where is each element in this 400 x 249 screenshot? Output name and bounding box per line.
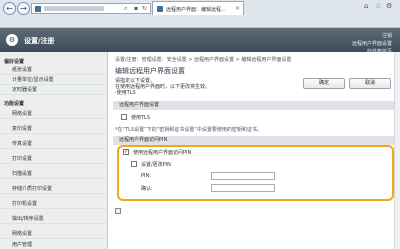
home-icon[interactable]: ⌂ <box>364 2 368 10</box>
site-icon <box>35 6 41 12</box>
section-remote-ui-settings: 远程用户界面设置 <box>113 101 398 110</box>
page-title: 编辑远程用户界面设置 <box>115 67 185 75</box>
sidebar-item-timer[interactable]: 定时器设置 <box>0 85 107 95</box>
note-line: ·使用TLS <box>115 90 136 96</box>
sidebar-item-paper[interactable]: 纸张设置 <box>0 65 107 75</box>
back-button[interactable]: ← <box>3 2 16 15</box>
app-title: 设置/注册 <box>24 37 55 45</box>
sidebar-item-network[interactable]: 网络设置 <box>0 229 107 239</box>
set-pin-label: 设置/更改PIN <box>141 162 171 168</box>
settings-icon[interactable]: ⚙ <box>386 2 392 10</box>
sidebar-item-output[interactable]: 输出/排序设置 <box>0 214 107 224</box>
address-text <box>44 6 104 11</box>
set-pin-checkbox[interactable] <box>131 161 137 167</box>
address-bar[interactable]: ⌕ ▪ ↻ <box>31 3 151 14</box>
main-content: 设置/注册：管理设置：安全设置 > 远程用户界面设置 > 编辑远程用户界面设置 … <box>109 52 400 249</box>
sidebar-heading-functions: 功能设置 <box>4 101 25 107</box>
forward-button[interactable]: → <box>17 2 30 15</box>
sidebar: 偏好设置 纸张设置 计量单位/显示设置 定时器设置 功能设置 网络设置 复印设置… <box>0 52 108 249</box>
confirm-label: 确认: <box>141 186 153 192</box>
logout-link[interactable]: 注销 <box>352 32 392 40</box>
close-tab-icon[interactable]: × <box>235 5 240 12</box>
confirm-pin-input[interactable] <box>211 184 275 192</box>
ok-button[interactable]: 确定 <box>303 78 345 89</box>
pin-label: PIN: <box>141 173 151 179</box>
sidebar-item-media-print[interactable]: 存储介质打印设置 <box>0 184 107 194</box>
sidebar-item-fax[interactable]: 传真设置 <box>0 139 107 149</box>
sidebar-item-units[interactable]: 计量单位/显示设置 <box>0 75 107 85</box>
use-pin-checkbox[interactable]: ✓ <box>123 149 129 155</box>
tab-favicon-icon <box>157 6 163 12</box>
refresh-icon[interactable]: ↻ <box>142 5 147 12</box>
app-header: ⚙ 设置/注册 注销 远程用户界面设置 收件箱首页 <box>0 28 400 55</box>
favorites-icon[interactable]: ☆ <box>375 2 381 10</box>
sidebar-item-copy[interactable]: 复印设置 <box>0 124 107 134</box>
use-pin-label: 使用远程用户界面访问PIN <box>133 150 192 156</box>
sidebar-item-scan[interactable]: 扫描设置 <box>0 169 107 179</box>
page-top-icon[interactable] <box>115 208 121 214</box>
sidebar-heading-preferences: 偏好设置 <box>4 59 25 65</box>
use-tls-checkbox[interactable] <box>121 114 127 120</box>
breadcrumb: 设置/注册：管理设置：安全设置 > 远程用户界面设置 > 编辑远程用户界面设置 <box>115 57 292 63</box>
cancel-button[interactable]: 取消 <box>349 78 391 89</box>
tls-hint: *在“TLS设置”下的“密钥和证书设置”中设置要使用的密钥和证书。 <box>115 127 262 133</box>
scrollbar[interactable] <box>394 52 400 249</box>
remote-ui-settings-link[interactable]: 远程用户界面设置 <box>352 40 392 48</box>
section-access-pin: 远程用户界面访问PIN <box>113 136 398 145</box>
tab-title: 远程用户界面：编辑远程... <box>166 7 226 13</box>
search-icon[interactable]: ⌕ <box>124 5 127 13</box>
sidebar-item-common[interactable]: 网络设置 <box>0 109 107 119</box>
sidebar-item-printer[interactable]: 打印机设置 <box>0 199 107 209</box>
browser-chrome: ← → ⌕ ▪ ↻ 远程用户界面：编辑远程... × ⌂ ☆ ⚙ <box>0 0 400 28</box>
browser-tab[interactable]: 远程用户界面：编辑远程... × <box>152 1 244 15</box>
lock-icon: ▪ <box>134 5 139 12</box>
sidebar-item-print[interactable]: 打印设置 <box>0 154 107 164</box>
sidebar-item-user-management[interactable]: 用户管理 <box>0 240 107 249</box>
pin-input[interactable] <box>211 172 275 180</box>
instruction-text: 请指定以下设置。 在使用远程用户界面时，以下更改将生效。 ·使用TLS <box>115 78 210 96</box>
use-tls-label: 使用TLS <box>131 115 151 121</box>
gear-icon: ⚙ <box>6 34 18 46</box>
